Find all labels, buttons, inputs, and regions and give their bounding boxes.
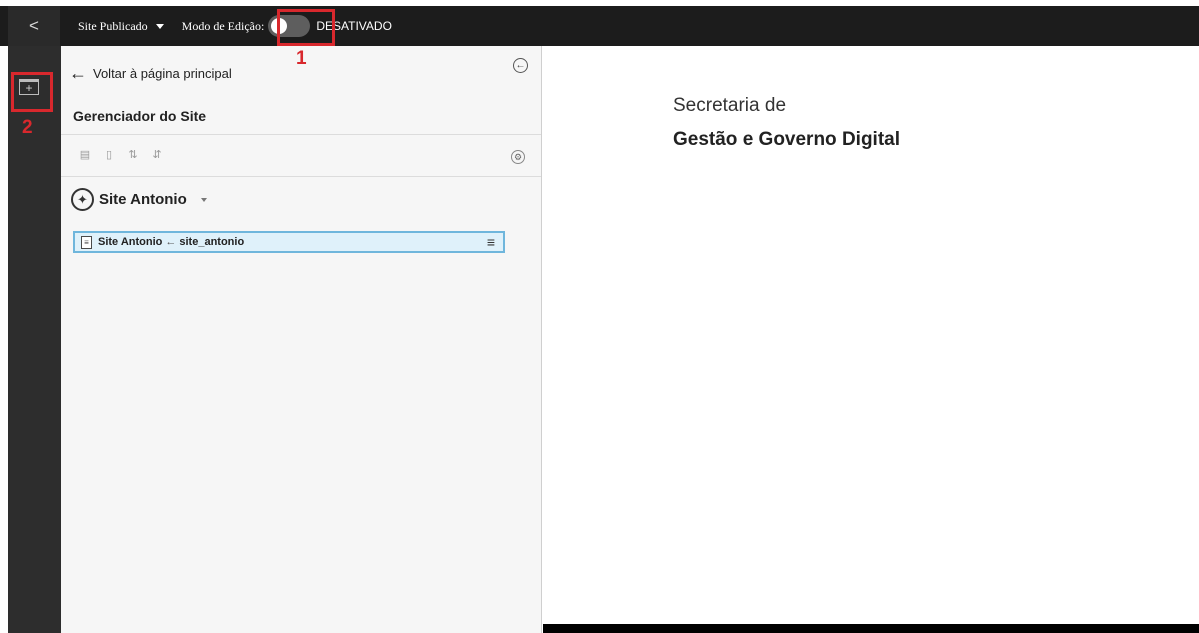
- collapse-panel-icon[interactable]: ←: [513, 58, 528, 73]
- site-selector-dropdown[interactable]: Site Publicado: [78, 19, 164, 34]
- arrow-left-icon: ←: [69, 63, 87, 83]
- org-subtitle: Secretaria de: [673, 95, 787, 116]
- copy-icon[interactable]: ▤: [79, 149, 91, 162]
- top-bar-inner: < Site Publicado Modo de Edição: DESATIV…: [8, 6, 1199, 46]
- edit-mode-label: Modo de Edição:: [181, 18, 265, 33]
- back-to-home-link[interactable]: ← Voltar à página principal: [69, 64, 232, 82]
- left-rail: +: [8, 46, 61, 633]
- toolbar: ▤ ▯ ⇅ ⇵: [79, 149, 163, 162]
- back-link-label: Voltar à página principal: [93, 65, 232, 81]
- panel-title: Gerenciador do Site: [73, 108, 207, 124]
- site-name: Site Antonio: [99, 191, 187, 208]
- divider: [61, 176, 541, 177]
- move-up-icon[interactable]: ⇅: [127, 149, 139, 162]
- app-window: < Site Publicado Modo de Edição: DESATIV…: [0, 0, 1199, 633]
- globe-icon: ✦: [71, 188, 94, 211]
- site-selector-label: Site Publicado: [78, 18, 148, 33]
- org-title: Gestão e Governo Digital: [673, 129, 900, 150]
- divider: [61, 134, 541, 135]
- preview-bottom-bar: [543, 624, 1199, 633]
- top-bar: < Site Publicado Modo de Edição: DESATIV…: [0, 0, 1199, 46]
- move-down-icon[interactable]: ⇵: [151, 149, 163, 162]
- site-preview: Secretaria de Gestão e Governo Digital: [543, 46, 1199, 633]
- tree-item-slug: site_antonio: [179, 236, 245, 248]
- site-dropdown[interactable]: ✦ Site Antonio: [71, 188, 207, 211]
- site-manager-panel: ← Voltar à página principal ← Gerenciado…: [61, 46, 542, 633]
- annotation-box-2: [11, 72, 53, 112]
- back-chevron-button[interactable]: <: [8, 6, 60, 46]
- caret-down-icon: [155, 23, 164, 29]
- settings-gear-icon[interactable]: ⚙: [511, 150, 525, 164]
- chevron-left-icon: <: [29, 16, 39, 35]
- caret-down-icon: [200, 197, 207, 202]
- annotation-number-1: 1: [296, 48, 307, 69]
- annotation-number-2: 2: [22, 117, 33, 138]
- annotation-box-1: [277, 9, 335, 46]
- arrow-left-icon: ←: [165, 236, 177, 248]
- page-icon[interactable]: ▯: [103, 149, 115, 162]
- page-icon: ≡: [81, 235, 92, 249]
- tree-item-label: Site Antonio: [98, 236, 163, 248]
- tree-item-site-antonio[interactable]: ≡ Site Antonio ← site_antonio ≡: [73, 231, 505, 253]
- hamburger-menu-icon[interactable]: ≡: [487, 235, 495, 249]
